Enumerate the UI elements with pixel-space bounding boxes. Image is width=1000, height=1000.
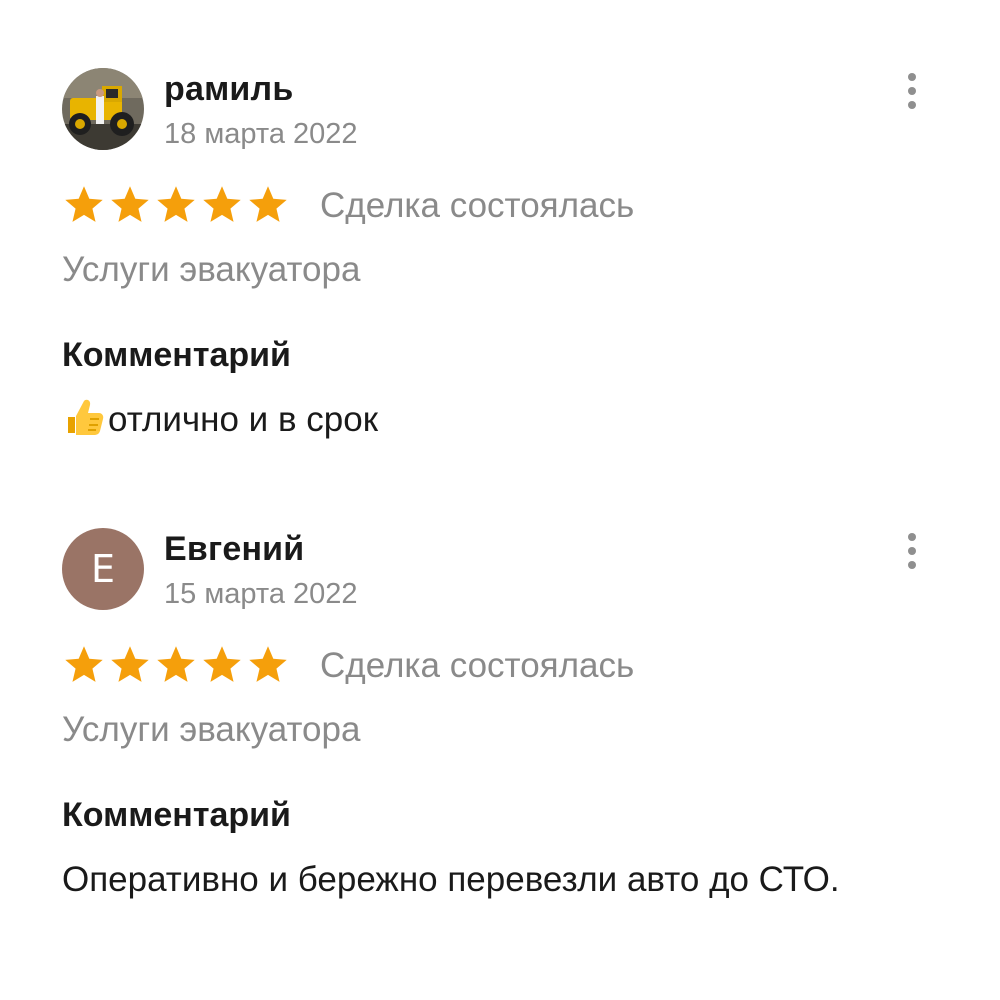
review-date: 15 марта 2022	[164, 578, 358, 610]
avatar-photo-loader-icon	[62, 68, 144, 150]
star-icon	[157, 646, 195, 682]
more-options-icon[interactable]	[894, 68, 930, 114]
star-icon	[249, 646, 287, 682]
comment-text: отлично и в срок	[62, 392, 922, 448]
author-name[interactable]: рамиль	[164, 70, 293, 109]
more-options-icon[interactable]	[894, 528, 930, 574]
avatar[interactable]	[62, 68, 144, 150]
comment-body-text: Оперативно и бережно перевезли авто до С…	[62, 860, 840, 899]
avatar-initial: Е	[90, 547, 115, 591]
star-icon	[111, 186, 149, 222]
star-icon	[203, 186, 241, 222]
service-name: Услуги эвакуатора	[62, 250, 361, 289]
review-date: 18 марта 2022	[164, 118, 358, 150]
star-icon	[111, 646, 149, 682]
star-icon	[203, 646, 241, 682]
comment-heading: Комментарий	[62, 796, 291, 834]
star-icon	[157, 186, 195, 222]
avatar[interactable]: Е	[62, 528, 144, 610]
review-card: Е Евгений 15 марта 2022 Сделка состоялас…	[0, 526, 1000, 966]
star-rating	[62, 182, 290, 228]
reviews-list: рамиль 18 марта 2022 Сделка состоялась У…	[0, 0, 1000, 1000]
service-name: Услуги эвакуатора	[62, 710, 361, 749]
star-icon	[65, 646, 103, 682]
comment-body-text: отлично и в срок	[108, 400, 379, 439]
review-card: рамиль 18 марта 2022 Сделка состоялась У…	[0, 66, 1000, 506]
star-icon	[249, 186, 287, 222]
star-rating	[62, 642, 290, 688]
comment-text: Оперативно и бережно перевезли авто до С…	[62, 852, 922, 908]
deal-status: Сделка состоялась	[320, 186, 635, 225]
deal-status: Сделка состоялась	[320, 646, 635, 685]
star-icon	[65, 186, 103, 222]
comment-heading: Комментарий	[62, 336, 291, 374]
thumbs-up-icon	[68, 399, 104, 435]
author-name[interactable]: Евгений	[164, 530, 304, 569]
